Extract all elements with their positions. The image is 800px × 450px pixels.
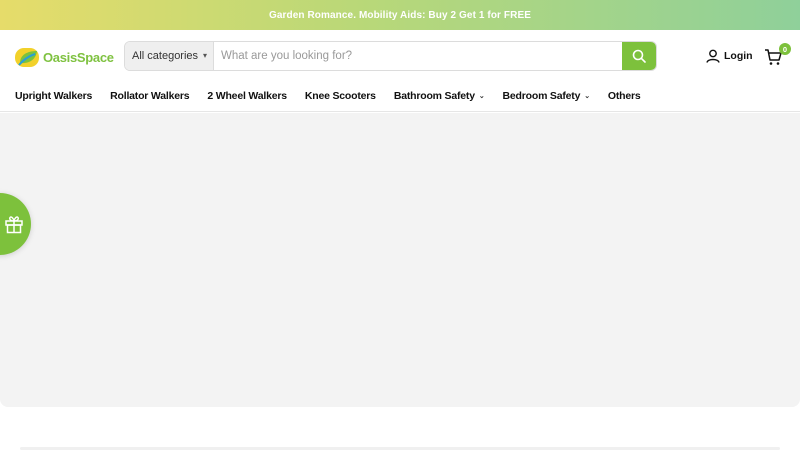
nav-item-label: Others	[607, 90, 641, 102]
oasis-logo-icon	[15, 47, 40, 68]
nav-item-knee-scooters[interactable]: Knee Scooters	[305, 90, 376, 102]
cart-count-badge: 0	[779, 43, 791, 55]
search-bar: All categories ▾	[124, 41, 657, 71]
chevron-down-icon: ▾	[202, 51, 207, 60]
nav-item-bedroom-safety[interactable]: Bedroom Safety ⌄	[502, 90, 591, 102]
main-nav: Upright Walkers Rollator Walkers 2 Wheel…	[0, 82, 800, 110]
logo-text: OasisSpace	[43, 49, 114, 65]
cart-button[interactable]: 0	[764, 43, 794, 68]
nav-item-label: Rollator Walkers	[110, 90, 190, 102]
nav-item-label: 2 Wheel Walkers	[207, 90, 287, 102]
search-icon	[632, 49, 646, 63]
header-divider	[0, 111, 800, 112]
logo[interactable]: OasisSpace	[15, 46, 114, 68]
login-link[interactable]: Login	[706, 49, 753, 63]
gift-icon	[5, 216, 23, 234]
user-icon	[706, 49, 720, 63]
nav-item-rollator-walkers[interactable]: Rollator Walkers	[110, 90, 189, 102]
chevron-down-icon: ⌄	[478, 93, 485, 100]
nav-item-2-wheel-walkers[interactable]: 2 Wheel Walkers	[207, 90, 287, 102]
chevron-down-icon: ⌄	[584, 93, 590, 100]
category-select-value: All categories	[132, 50, 199, 62]
nav-item-label: Upright Walkers	[15, 90, 93, 102]
login-label: Login	[724, 50, 753, 62]
hero-banner-placeholder	[0, 113, 800, 407]
nav-item-label: Bathroom Safety	[393, 90, 475, 102]
site-header: OasisSpace All categories ▾ Login 0	[0, 30, 800, 82]
nav-item-bathroom-safety[interactable]: Bathroom Safety ⌄	[394, 90, 485, 102]
announcement-text[interactable]: Garden Romance. Mobility Aids: Buy 2 Get…	[269, 10, 531, 21]
nav-item-label: Bedroom Safety	[502, 90, 581, 102]
search-input[interactable]	[214, 42, 622, 70]
nav-item-others[interactable]: Others	[608, 90, 641, 102]
announcement-bar: Garden Romance. Mobility Aids: Buy 2 Get…	[0, 0, 800, 30]
nav-item-upright-walkers[interactable]: Upright Walkers	[15, 90, 92, 102]
nav-item-label: Knee Scooters	[304, 90, 376, 102]
search-button[interactable]	[622, 42, 656, 70]
category-select[interactable]: All categories ▾	[125, 42, 214, 70]
